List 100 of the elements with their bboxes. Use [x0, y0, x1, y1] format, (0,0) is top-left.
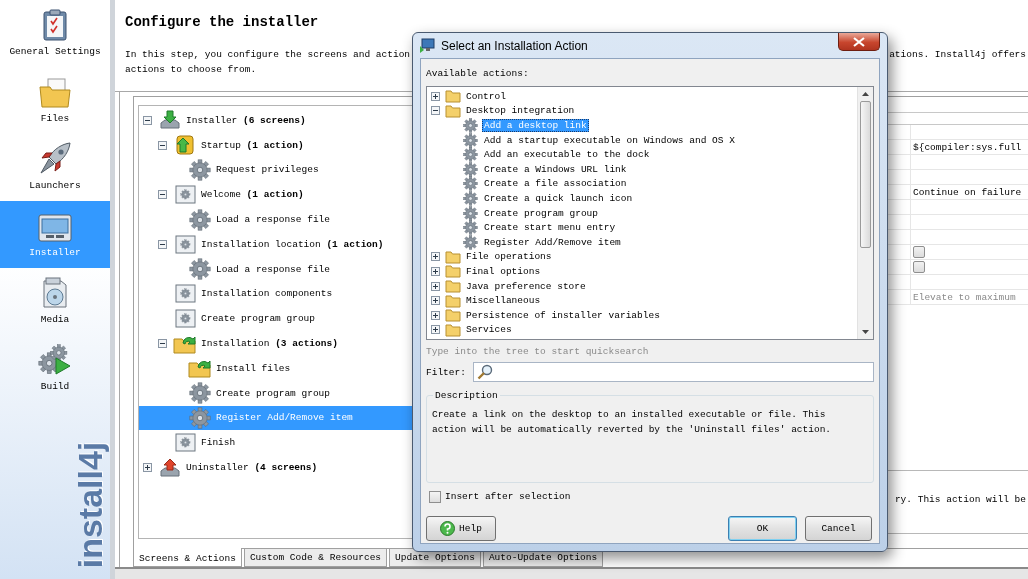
- folder-icon: [445, 322, 461, 337]
- ok-button[interactable]: OK: [728, 516, 797, 541]
- plus-box-icon[interactable]: [431, 91, 440, 101]
- page-title: Configure the installer: [125, 14, 320, 30]
- property-value: ${compiler:sys.full: [910, 140, 1028, 154]
- plus-box-icon[interactable]: [431, 281, 440, 291]
- cancel-button[interactable]: Cancel: [805, 516, 872, 541]
- gear-icon: [189, 258, 211, 281]
- tree-item[interactable]: Uninstaller (4 screens): [139, 455, 425, 480]
- window-gear-icon: [174, 234, 196, 254]
- property-value: Elevate to maximum: [910, 290, 1028, 304]
- window-gear-icon: [174, 185, 196, 205]
- tray-download-icon: [159, 110, 181, 131]
- close-button[interactable]: [838, 33, 880, 51]
- intro-text: In this step, you configure the screens and action: [125, 48, 411, 62]
- tree-item[interactable]: Request privileges: [139, 157, 425, 183]
- tree-item[interactable]: Installation components: [139, 281, 425, 307]
- gear-icon: [189, 208, 211, 231]
- sidebar-item[interactable]: Build: [0, 335, 110, 402]
- gear-icon: [463, 161, 478, 177]
- product-name: install4j: [70, 441, 110, 569]
- tree-item[interactable]: Create start menu entry: [431, 220, 857, 235]
- search-icon: [476, 364, 493, 380]
- scrollbar[interactable]: [857, 87, 873, 339]
- plus-box-icon[interactable]: [431, 325, 440, 335]
- tree-item[interactable]: Control: [431, 89, 857, 104]
- gear-icon: [463, 220, 478, 236]
- help-icon: [440, 521, 456, 536]
- tree-item[interactable]: Finish: [139, 430, 425, 456]
- description-text: Create a link on the desktop to an installed executable or file. This action will be automatically reverted by the 'Uninstall files' action.: [432, 408, 833, 437]
- gear-icon: [463, 234, 478, 250]
- gear-icon: [463, 176, 478, 192]
- tree-item[interactable]: Create a quick launch icon: [431, 191, 857, 206]
- tree-item[interactable]: Installation (3 actions): [139, 331, 425, 356]
- tree-item[interactable]: File operations: [431, 249, 857, 265]
- scrollbar-thumb[interactable]: [860, 101, 871, 248]
- minus-box-icon[interactable]: [158, 140, 167, 150]
- tree-item[interactable]: Final options: [431, 264, 857, 279]
- plus-box-icon[interactable]: [143, 463, 152, 473]
- filter-field[interactable]: [472, 362, 874, 382]
- minus-box-icon[interactable]: [158, 239, 167, 249]
- sidebar-item[interactable]: Launchers: [0, 134, 110, 201]
- checkbox[interactable]: [429, 490, 441, 503]
- folder-icon: [445, 103, 461, 118]
- checkbox[interactable]: [913, 261, 925, 273]
- minus-box-icon[interactable]: [158, 339, 167, 349]
- folder-icon: [445, 293, 461, 308]
- tree-item[interactable]: Create program group: [139, 380, 425, 406]
- tree-item[interactable]: Installer (6 screens): [139, 108, 425, 133]
- help-button[interactable]: Help: [426, 516, 496, 541]
- tree-item[interactable]: Persistence of installer variables: [431, 307, 857, 323]
- window-gear-icon: [174, 309, 196, 329]
- tree-item[interactable]: Register Add/Remove item: [431, 234, 857, 250]
- minus-box-icon[interactable]: [431, 106, 440, 116]
- sidebar-item[interactable]: Files: [0, 67, 110, 134]
- window-gear-icon: [174, 284, 196, 304]
- gear-icon: [463, 132, 478, 148]
- tree-item[interactable]: Install files: [139, 355, 425, 381]
- tree-item[interactable]: Add a startup executable on Windows and OS X: [431, 132, 857, 148]
- property-value: Continue on failure: [910, 185, 1028, 199]
- tree-item[interactable]: Load a response file: [139, 207, 425, 232]
- tree-label: Available actions:: [426, 68, 529, 79]
- sidebar-item[interactable]: General Settings: [0, 0, 110, 67]
- tree-item[interactable]: Create a Windows URL link: [431, 161, 857, 177]
- tree-item[interactable]: Services: [431, 322, 857, 338]
- arrow-up-icon[interactable]: [862, 92, 869, 96]
- plus-box-icon[interactable]: [431, 252, 440, 262]
- tree-item[interactable]: Create program group: [139, 306, 425, 332]
- tab[interactable]: Screens & Actions: [133, 548, 242, 567]
- tree-item[interactable]: Welcome (1 action): [139, 182, 425, 208]
- tree-item[interactable]: Add an executable to the dock: [431, 147, 857, 162]
- tree-item[interactable]: Startup (1 action): [139, 132, 425, 158]
- arrow-down-icon[interactable]: [862, 330, 869, 334]
- tree-item[interactable]: Create a file association: [431, 176, 857, 192]
- folder-icon: [445, 249, 461, 264]
- tree-item[interactable]: Installation location (1 action): [139, 232, 425, 257]
- gear-icon: [189, 406, 211, 429]
- tab[interactable]: Custom Code & Resources: [243, 549, 388, 567]
- tree-item[interactable]: Java preference store: [431, 278, 857, 294]
- tree-item[interactable]: Load a response file: [139, 256, 425, 282]
- checkbox[interactable]: [913, 246, 925, 258]
- folder-icon: [445, 264, 461, 279]
- folder-icon: [445, 89, 461, 104]
- folder-icon: [445, 279, 461, 293]
- gear-icon: [189, 382, 211, 405]
- plus-box-icon[interactable]: [431, 310, 440, 320]
- tree-item[interactable]: Create program group: [431, 205, 857, 221]
- plus-box-icon[interactable]: [431, 266, 440, 276]
- plus-box-icon[interactable]: [431, 296, 440, 306]
- clipboard-icon: [42, 9, 68, 41]
- sidebar-item[interactable]: Media: [0, 268, 110, 335]
- folder-icon: [39, 78, 71, 108]
- minus-box-icon[interactable]: [158, 190, 167, 200]
- gear-icon: [463, 190, 478, 206]
- rocket-icon: [38, 141, 72, 175]
- minus-box-icon[interactable]: [143, 115, 152, 125]
- gear-icon: [463, 147, 478, 163]
- tree-item[interactable]: Miscellaneous: [431, 293, 857, 308]
- intro-text: actions to choose from.: [125, 64, 257, 75]
- tree-item[interactable]: Desktop integration: [431, 103, 857, 119]
